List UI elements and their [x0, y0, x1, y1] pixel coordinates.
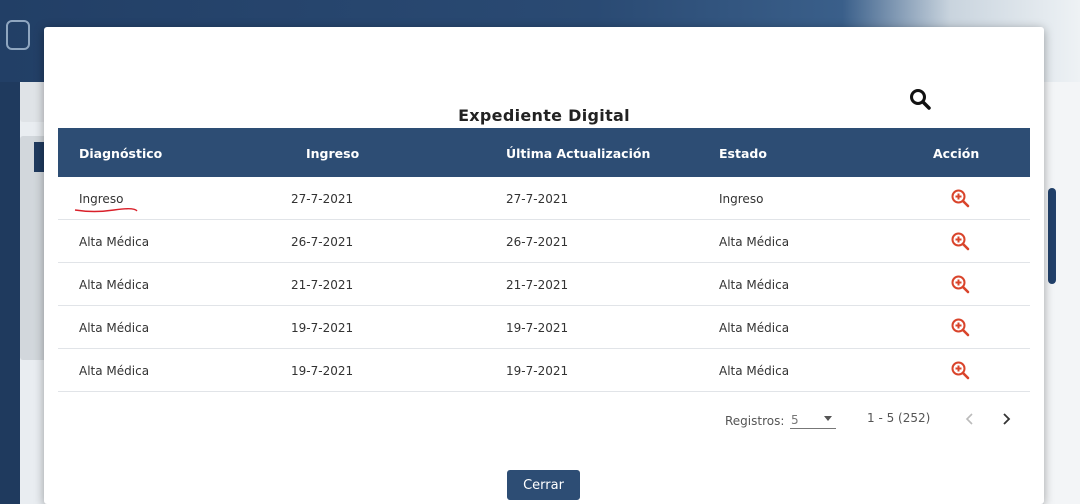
column-header-ingreso[interactable]: Ingreso — [306, 146, 359, 161]
column-header-diagnostico[interactable]: Diagnóstico — [79, 146, 162, 161]
cell-ingreso: 26-7-2021 — [291, 235, 354, 249]
registros-select[interactable]: 5 — [790, 409, 836, 429]
column-header-accion: Acción — [933, 146, 980, 161]
cell-diagnostico: Alta Médica — [79, 364, 150, 378]
chevron-right-icon[interactable] — [998, 410, 1014, 428]
table-header: Diagnóstico Ingreso Última Actualización… — [58, 128, 1030, 177]
cell-diagnostico: Alta Médica — [79, 321, 150, 335]
cell-ingreso: 27-7-2021 — [291, 192, 354, 206]
table-row: Alta Médica 21-7-2021 21-7-2021 Alta Méd… — [58, 263, 1030, 306]
cell-ingreso: 19-7-2021 — [291, 321, 354, 335]
table-row: Alta Médica 19-7-2021 19-7-2021 Alta Méd… — [58, 349, 1030, 392]
search-icon[interactable] — [908, 87, 932, 111]
registros-value: 5 — [791, 413, 799, 427]
cell-ultima-actualizacion: 27-7-2021 — [506, 192, 569, 206]
column-header-ultima-actualizacion[interactable]: Última Actualización — [506, 146, 650, 161]
zoom-in-icon[interactable] — [950, 274, 970, 294]
page-range: 1 - 5 (252) — [867, 411, 931, 425]
modal-title: Expediente Digital — [458, 106, 630, 125]
app-scrollbar[interactable] — [1048, 188, 1056, 284]
table-row: Alta Médica 26-7-2021 26-7-2021 Alta Méd… — [58, 220, 1030, 263]
app-right-strip — [1044, 82, 1080, 504]
cell-ingreso: 21-7-2021 — [291, 278, 354, 292]
app-sidebar — [0, 82, 20, 504]
caret-down-icon — [824, 416, 832, 421]
registros-label: Registros: — [725, 414, 785, 428]
cell-estado: Alta Médica — [719, 321, 790, 335]
cell-ultima-actualizacion: 19-7-2021 — [506, 364, 569, 378]
expediente-table: Diagnóstico Ingreso Última Actualización… — [58, 128, 1030, 392]
cell-diagnostico: Alta Médica — [79, 278, 150, 292]
zoom-in-icon[interactable] — [950, 231, 970, 251]
expediente-modal: Expediente Digital Diagnóstico Ingreso Ú… — [44, 27, 1044, 504]
cell-ingreso: 19-7-2021 — [291, 364, 354, 378]
close-button[interactable]: Cerrar — [507, 470, 580, 500]
handwritten-underline — [74, 208, 138, 213]
table-row: Ingreso 27-7-2021 27-7-2021 Ingreso — [58, 177, 1030, 220]
zoom-in-icon[interactable] — [950, 317, 970, 337]
cell-estado: Alta Médica — [719, 364, 790, 378]
cell-ultima-actualizacion: 26-7-2021 — [506, 235, 569, 249]
zoom-in-icon[interactable] — [950, 188, 970, 208]
cell-estado: Alta Médica — [719, 278, 790, 292]
cell-ultima-actualizacion: 21-7-2021 — [506, 278, 569, 292]
cell-estado: Ingreso — [719, 192, 764, 206]
cell-diagnostico: Ingreso — [79, 192, 124, 206]
cell-ultima-actualizacion: 19-7-2021 — [506, 321, 569, 335]
chevron-left-icon[interactable] — [962, 410, 978, 428]
paginator: Registros: 5 1 - 5 (252) — [44, 407, 1044, 437]
table-row: Alta Médica 19-7-2021 19-7-2021 Alta Méd… — [58, 306, 1030, 349]
cell-estado: Alta Médica — [719, 235, 790, 249]
column-header-estado[interactable]: Estado — [719, 146, 767, 161]
zoom-in-icon[interactable] — [950, 360, 970, 380]
cell-diagnostico: Alta Médica — [79, 235, 150, 249]
app-logo-icon — [6, 20, 30, 50]
